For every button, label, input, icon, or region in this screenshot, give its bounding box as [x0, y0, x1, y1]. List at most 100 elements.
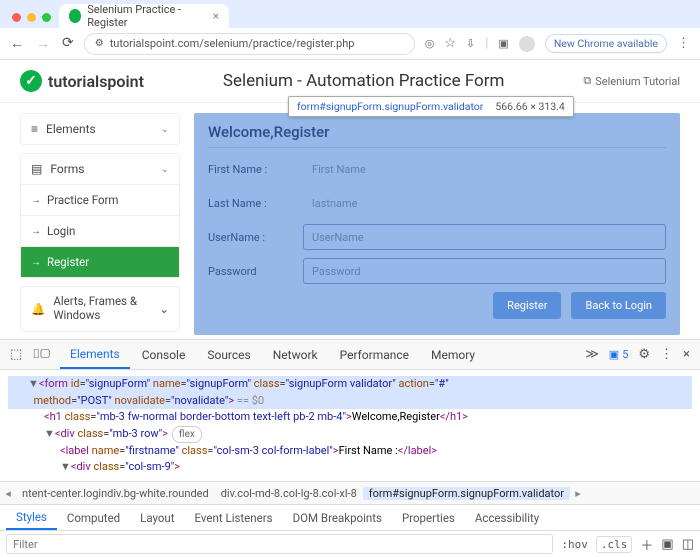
- more-icon[interactable]: ⋮: [660, 347, 673, 362]
- dom-text: Welcome,Register: [352, 410, 440, 423]
- flex-badge[interactable]: flex: [172, 426, 202, 443]
- breadcrumb-item[interactable]: div.col-md-8.col-lg-8.col-xl-8: [215, 487, 363, 500]
- devtools-panel: ⬚ ⌷▢ Elements Console Sources Network Pe…: [0, 340, 700, 557]
- sidebar-item-alerts[interactable]: 🔔Alerts, Frames & Windows ⌄: [20, 286, 180, 332]
- close-tab-icon[interactable]: ×: [213, 9, 219, 23]
- external-link-icon: ⧉: [583, 74, 591, 88]
- browser-tab-bar: Selenium Practice - Register ×: [0, 0, 700, 28]
- url-bar[interactable]: ⚙ tutorialspoint.com/selenium/practice/r…: [84, 33, 415, 55]
- favicon-icon: [69, 9, 81, 23]
- arrow-right-icon: →: [31, 195, 41, 206]
- bookmark-icon[interactable]: ☆: [444, 36, 456, 51]
- dom-breadcrumb[interactable]: ◂ ntent-center.logindiv.bg-white.rounded…: [0, 481, 700, 505]
- tab-accessibility[interactable]: Accessibility: [465, 507, 549, 529]
- list-icon: ≡: [31, 122, 38, 136]
- box-model-icon[interactable]: ◫: [682, 537, 694, 552]
- dom-tree[interactable]: ▼<form id="signupForm" name="signupForm"…: [0, 370, 700, 481]
- eq-zero-hint: == $0: [234, 394, 264, 407]
- back-to-login-button[interactable]: Back to Login: [571, 292, 666, 319]
- register-button[interactable]: Register: [493, 292, 561, 319]
- menu-icon[interactable]: ⋮: [677, 36, 690, 51]
- element-inspect-tooltip: form#signupForm.signupForm.validator 566…: [288, 96, 574, 117]
- sidebar-item-practice-form[interactable]: → Practice Form: [21, 184, 179, 215]
- tab-sources[interactable]: Sources: [197, 342, 260, 368]
- sidebar-label: Forms: [50, 162, 84, 176]
- tab-event-listeners[interactable]: Event Listeners: [185, 507, 283, 529]
- reload-icon[interactable]: ⟳: [62, 35, 74, 52]
- sidebar-item-label: Login: [47, 224, 75, 238]
- chevron-down-icon: ⌄: [161, 164, 169, 175]
- dom-text: First Name :: [339, 444, 398, 457]
- styles-filter-row: :hov .cls ＋ ▣ ◫: [0, 531, 700, 557]
- sidebar: ≡ Elements ⌄ ▤ Forms ⌄ → Practice Form → L…: [20, 113, 180, 335]
- tab-dom-breakpoints[interactable]: DOM Breakpoints: [283, 507, 392, 529]
- install-icon[interactable]: ⇩: [466, 37, 475, 50]
- breadcrumb-next-icon[interactable]: ▸: [570, 487, 586, 500]
- tab-memory[interactable]: Memory: [421, 342, 485, 368]
- tab-title: Selenium Practice - Register: [87, 3, 206, 29]
- tab-layout[interactable]: Layout: [130, 507, 184, 529]
- sidebar-item-label: Practice Form: [47, 193, 119, 207]
- tab-network[interactable]: Network: [263, 342, 328, 368]
- tutorial-link[interactable]: ⧉ Selenium Tutorial: [583, 74, 680, 88]
- devtools-tab-bar: ⬚ ⌷▢ Elements Console Sources Network Pe…: [0, 340, 700, 370]
- window-controls: [6, 13, 59, 28]
- messages-badge[interactable]: ▣ 5: [609, 348, 629, 361]
- cls-toggle[interactable]: .cls: [596, 536, 633, 553]
- add-style-icon[interactable]: ＋: [640, 535, 653, 554]
- sidebar-item-login[interactable]: → Login: [21, 215, 179, 246]
- first-name-label: First Name :: [208, 163, 303, 176]
- logo-badge-icon: ✓: [20, 70, 42, 92]
- extensions-icon[interactable]: ▣: [498, 37, 508, 50]
- tab-elements[interactable]: Elements: [60, 341, 130, 369]
- brand-logo[interactable]: ✓ tutorialspoint: [20, 70, 144, 92]
- browser-toolbar: ← → ⟳ ⚙ tutorialspoint.com/selenium/prac…: [0, 28, 700, 60]
- device-toolbar-icon[interactable]: ⌷▢: [32, 347, 50, 362]
- maximize-window-icon[interactable]: [42, 13, 51, 22]
- forward-icon[interactable]: →: [36, 35, 50, 52]
- sidebar-item-label: Alerts, Frames & Windows: [53, 295, 151, 323]
- sidebar-item-register[interactable]: → Register: [21, 246, 179, 277]
- page-content: ✓ tutorialspoint Selenium - Automation P…: [0, 60, 700, 340]
- tab-computed[interactable]: Computed: [57, 507, 130, 529]
- chevron-down-icon: ⌄: [161, 124, 169, 135]
- tab-performance[interactable]: Performance: [330, 342, 419, 368]
- breadcrumb-item-active[interactable]: form#signupForm.signupForm.validator: [363, 487, 570, 500]
- tab-properties[interactable]: Properties: [392, 507, 465, 529]
- styles-filter-input[interactable]: [6, 534, 553, 554]
- site-settings-icon[interactable]: ⚙: [95, 38, 104, 49]
- close-devtools-icon[interactable]: ×: [683, 347, 690, 362]
- gear-icon[interactable]: ⚙: [638, 347, 650, 362]
- last-name-label: Last Name :: [208, 197, 303, 210]
- breadcrumb-prev-icon[interactable]: ◂: [0, 487, 16, 500]
- form-heading: Welcome,Register: [208, 123, 666, 148]
- profile-icon[interactable]: [519, 36, 535, 52]
- minimize-window-icon[interactable]: [27, 13, 36, 22]
- computed-toggle-icon[interactable]: ▣: [661, 537, 673, 552]
- username-input[interactable]: [303, 224, 666, 250]
- tutorial-link-label: Selenium Tutorial: [595, 75, 680, 88]
- update-chip[interactable]: New Chrome available: [545, 34, 667, 53]
- inspect-element-icon[interactable]: ⬚: [10, 347, 22, 362]
- first-name-input[interactable]: [303, 156, 666, 182]
- brand-text: tutorialspoint: [48, 72, 144, 91]
- sidebar-item-forms[interactable]: ▤ Forms ⌄: [21, 154, 179, 184]
- tab-console[interactable]: Console: [132, 342, 196, 368]
- password-input[interactable]: [303, 258, 666, 284]
- browser-tab[interactable]: Selenium Practice - Register ×: [59, 4, 229, 28]
- sidebar-item-elements[interactable]: ≡ Elements ⌄: [21, 114, 179, 144]
- eye-icon[interactable]: ◎: [425, 37, 435, 50]
- overflow-icon[interactable]: ≫: [585, 347, 599, 362]
- chevron-down-icon: ⌄: [159, 302, 169, 316]
- sidebar-item-label: Register: [47, 255, 89, 269]
- form-icon: ▤: [31, 162, 42, 176]
- arrow-right-icon: →: [31, 226, 41, 237]
- hov-toggle[interactable]: :hov: [561, 538, 588, 551]
- sidebar-label: Elements: [46, 122, 96, 136]
- back-icon[interactable]: ←: [10, 35, 24, 52]
- messages-count: 5: [622, 348, 628, 361]
- last-name-input[interactable]: [303, 190, 666, 216]
- breadcrumb-item[interactable]: ntent-center.logindiv.bg-white.rounded: [16, 487, 215, 500]
- tab-styles[interactable]: Styles: [6, 506, 57, 530]
- close-window-icon[interactable]: [12, 13, 21, 22]
